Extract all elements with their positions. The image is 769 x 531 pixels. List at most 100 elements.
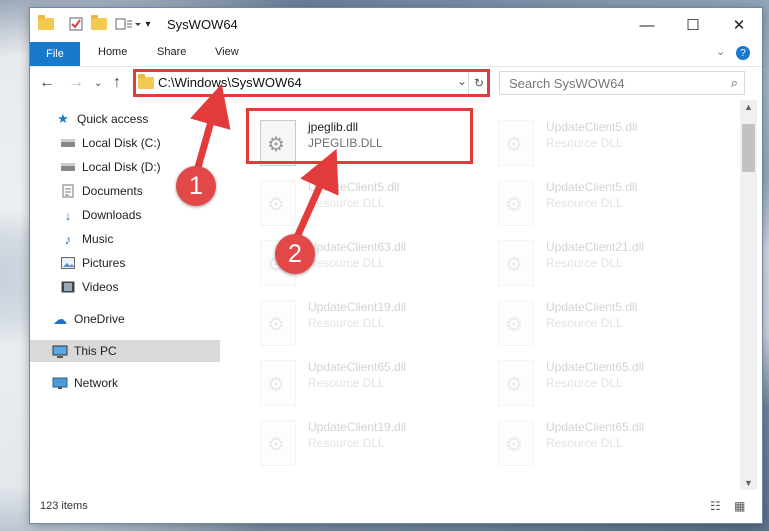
tab-home[interactable]: Home xyxy=(98,46,127,58)
file-type: Resource DLL xyxy=(308,316,385,330)
file-name: UpdateClient19.dll xyxy=(308,300,407,314)
help-icon[interactable]: ? xyxy=(736,46,750,60)
sidebar-item-label: Downloads xyxy=(82,208,142,222)
navigation-pane: ★ Quick access Local Disk (C:) 📌 Local D… xyxy=(30,100,248,490)
dll-file-icon xyxy=(498,180,534,226)
ribbon: File Home Share View ⌄ ? xyxy=(30,42,762,67)
status-bar: 123 items ☷ ▦ xyxy=(30,490,762,523)
properties-icon[interactable] xyxy=(68,16,84,32)
sidebar-item-this-pc[interactable]: This PC xyxy=(30,340,242,362)
dll-file-icon xyxy=(498,360,534,406)
chevron-down-icon[interactable]: ▾ xyxy=(143,16,153,32)
sidebar-item-pictures[interactable]: Pictures 📌 xyxy=(30,252,250,274)
sidebar-item-onedrive[interactable]: ☁ OneDrive xyxy=(30,308,242,330)
dll-file-icon xyxy=(260,420,296,466)
scrollbar-thumb[interactable] xyxy=(742,124,755,172)
scroll-up-icon[interactable]: ▲ xyxy=(744,102,753,112)
pictures-icon xyxy=(60,256,76,270)
sidebar-item-local-disk-c[interactable]: Local Disk (C:) 📌 xyxy=(30,132,250,154)
step-2-badge: 2 xyxy=(275,234,315,274)
scroll-down-icon[interactable]: ▼ xyxy=(744,478,753,488)
item-count: 123 items xyxy=(40,500,88,512)
sidebar-item-local-disk-d[interactable]: Local Disk (D:) 📌 xyxy=(30,156,250,178)
dll-file-icon xyxy=(260,180,296,226)
step-1-badge: 1 xyxy=(176,166,216,206)
dll-file-icon xyxy=(260,360,296,406)
file-type: Resource DLL xyxy=(546,376,623,390)
sidebar-item-label: Pictures xyxy=(82,256,126,270)
sidebar-item-label: Local Disk (D:) xyxy=(82,160,161,174)
file-item[interactable]: UpdateClient65.dll Resource DLL xyxy=(488,414,718,468)
sidebar-item-quick-access[interactable]: ★ Quick access xyxy=(30,108,245,130)
search-input[interactable]: Search SysWOW64 ⌕ xyxy=(499,71,745,95)
file-name: UpdateClient5.dll xyxy=(546,120,638,134)
file-name: UpdateClient65.dll xyxy=(546,420,645,434)
sidebar-item-label: Music xyxy=(82,232,114,246)
tab-share[interactable]: Share xyxy=(157,46,186,58)
minimize-button[interactable]: — xyxy=(624,8,670,42)
sidebar-item-documents[interactable]: Documents 📌 xyxy=(30,180,250,202)
forward-icon[interactable]: → xyxy=(68,74,84,92)
file-highlight xyxy=(246,108,473,164)
file-item[interactable]: UpdateClient19.dll Resource DLL xyxy=(250,294,480,348)
file-item[interactable]: UpdateClient5.dll Resource DLL xyxy=(488,294,718,348)
back-icon[interactable]: ← xyxy=(39,74,55,92)
file-type: Resource DLL xyxy=(546,196,623,210)
title-bar: ▾ SysWOW64 — ☐ ✕ xyxy=(30,8,762,42)
file-type: Resource DLL xyxy=(308,256,385,270)
videos-icon xyxy=(60,280,76,294)
sidebar-item-label: Quick access xyxy=(77,112,149,126)
file-type: Resource DLL xyxy=(546,136,623,150)
file-type: Resource DLL xyxy=(546,316,623,330)
dll-file-icon xyxy=(498,240,534,286)
search-icon[interactable]: ⌕ xyxy=(731,75,738,91)
computer-icon xyxy=(52,344,68,358)
search-placeholder: Search SysWOW64 xyxy=(509,76,625,91)
sidebar-item-videos[interactable]: Videos 📌 xyxy=(30,276,250,298)
sidebar-item-label: OneDrive xyxy=(74,312,125,326)
close-button[interactable]: ✕ xyxy=(716,8,762,42)
sidebar-item-label: Documents xyxy=(82,184,143,198)
music-icon: ♪ xyxy=(64,231,72,247)
maximize-button[interactable]: ☐ xyxy=(670,8,716,42)
expand-ribbon-icon[interactable]: ⌄ xyxy=(716,45,725,58)
file-name: UpdateClient19.dll xyxy=(308,420,407,434)
tab-file[interactable]: File xyxy=(30,42,80,66)
file-item[interactable]: UpdateClient65.dll Resource DLL xyxy=(488,354,718,408)
file-item[interactable]: UpdateClient5.dll Resource DLL xyxy=(488,174,718,228)
file-type: Resource DLL xyxy=(308,436,385,450)
file-item[interactable]: UpdateClient5.dll Resource DLL xyxy=(488,114,718,168)
documents-icon xyxy=(60,184,76,198)
sidebar-item-music[interactable]: ♪ Music 📌 xyxy=(30,228,250,250)
window-title: SysWOW64 xyxy=(167,17,238,32)
address-bar-highlight xyxy=(133,69,490,97)
sidebar-item-label: Network xyxy=(74,376,119,390)
file-type: Resource DLL xyxy=(308,376,385,390)
recent-locations-icon[interactable]: ⌄ xyxy=(94,78,102,89)
details-view-icon[interactable]: ☷ xyxy=(710,499,721,513)
download-icon: ↓ xyxy=(64,207,72,223)
file-item[interactable]: UpdateClient21.dll Resource DLL xyxy=(488,234,718,288)
sidebar-item-network[interactable]: Network xyxy=(30,372,242,394)
file-name: UpdateClient5.dll xyxy=(546,300,638,314)
dll-file-icon xyxy=(498,300,534,346)
customize-toolbar-icon[interactable] xyxy=(114,16,142,32)
file-name: UpdateClient5.dll xyxy=(546,180,638,194)
up-icon[interactable]: ↑ xyxy=(113,74,121,92)
large-icons-view-icon[interactable]: ▦ xyxy=(734,499,745,513)
sidebar-item-label: Videos xyxy=(82,280,119,294)
star-icon: ★ xyxy=(57,111,69,126)
file-type: Resource DLL xyxy=(308,196,385,210)
new-folder-icon[interactable] xyxy=(91,15,107,32)
dll-file-icon xyxy=(260,300,296,346)
file-item[interactable]: UpdateClient5.dll Resource DLL xyxy=(250,174,480,228)
vertical-scrollbar[interactable]: ▲ ▼ xyxy=(740,100,757,490)
file-item[interactable]: UpdateClient19.dll Resource DLL xyxy=(250,414,480,468)
explorer-window: ▾ SysWOW64 — ☐ ✕ File Home Share View ⌄ … xyxy=(30,8,762,523)
tab-view[interactable]: View xyxy=(215,46,239,58)
sidebar-item-downloads[interactable]: ↓ Downloads 📌 xyxy=(30,204,250,226)
network-icon xyxy=(52,376,68,390)
file-type: Resource DLL xyxy=(546,436,623,450)
file-item[interactable]: UpdateClient65.dll Resource DLL xyxy=(250,354,480,408)
cloud-icon: ☁ xyxy=(53,310,67,327)
